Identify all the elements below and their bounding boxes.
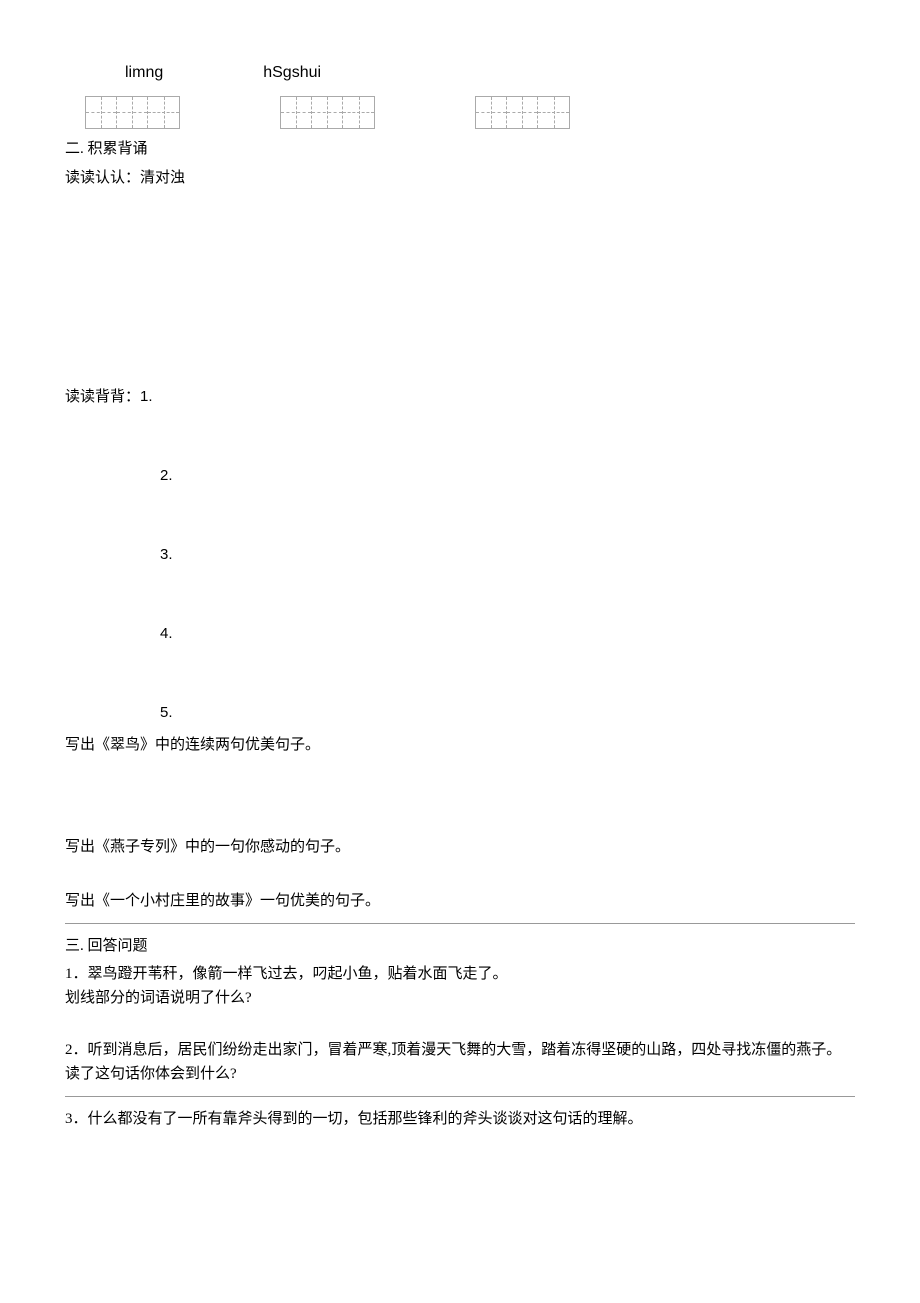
tianzige-cell[interactable] — [538, 97, 569, 128]
tianzige-group-1 — [85, 96, 180, 129]
q3-sentence: 3．什么都没有了一所有靠斧头得到的一切，包括那些锋利的斧头谈谈对这句话的理解。 — [65, 1107, 855, 1131]
divider-line — [65, 1096, 855, 1097]
tianzige-group-2 — [280, 96, 375, 129]
tianzige-cell[interactable] — [312, 97, 343, 128]
task-cuiniao: 写出《翠鸟》中的连续两句优美句子。 — [65, 733, 855, 757]
dudu-renren: 读读认认：清对浊 — [65, 166, 855, 190]
divider-line — [65, 923, 855, 924]
list-num-2: 2. — [160, 464, 855, 488]
pinyin-1: limng — [125, 60, 163, 86]
tianzige-boxes — [475, 96, 570, 129]
tianzige-cell[interactable] — [476, 97, 507, 128]
tianzige-boxes — [85, 96, 180, 129]
tianzige-row — [65, 96, 855, 129]
tianzige-cell[interactable] — [507, 97, 538, 128]
tianzige-boxes — [280, 96, 375, 129]
task-yanzi: 写出《燕子专列》中的一句你感动的句子。 — [65, 835, 855, 859]
numbered-list: 2. 3. 4. 5. — [65, 464, 855, 725]
pinyin-row: limng hSgshui — [65, 60, 855, 86]
list-num-4: 4. — [160, 622, 855, 646]
q1-sentence: 1．翠鸟蹬开苇秆，像箭一样飞过去，叼起小鱼，贴着水面飞走了。 — [65, 962, 855, 986]
question-1: 1．翠鸟蹬开苇秆，像箭一样飞过去，叼起小鱼，贴着水面飞走了。 划线部分的词语说明… — [65, 962, 855, 1010]
q1-prompt: 划线部分的词语说明了什么? — [65, 986, 855, 1010]
section2-title: 二. 积累背诵 — [65, 137, 855, 161]
list-num-3: 3. — [160, 543, 855, 567]
pinyin-2: hSgshui — [263, 60, 321, 86]
list-num-5: 5. — [160, 701, 855, 725]
q2-sentence: 2．听到消息后，居民们纷纷走出家门，冒着严寒,顶着漫天飞舞的大雪，踏着冻得坚硬的… — [65, 1038, 855, 1062]
tianzige-cell[interactable] — [86, 97, 117, 128]
tianzige-cell[interactable] — [343, 97, 374, 128]
section3-title: 三. 回答问题 — [65, 934, 855, 958]
tianzige-cell[interactable] — [281, 97, 312, 128]
tianzige-cell[interactable] — [117, 97, 148, 128]
tianzige-cell[interactable] — [148, 97, 179, 128]
dudu-beibei-label: 读读背背： — [65, 389, 140, 405]
tianzige-group-3 — [475, 96, 570, 129]
list-num-1: 1. — [140, 388, 153, 405]
task-xiaocun: 写出《一个小村庄里的故事》一句优美的句子。 — [65, 889, 855, 913]
question-3: 3．什么都没有了一所有靠斧头得到的一切，包括那些锋利的斧头谈谈对这句话的理解。 — [65, 1107, 855, 1131]
dudu-beibei-row: 读读背背：1. — [65, 385, 855, 409]
q2-prompt: 读了这句话你体会到什么? — [65, 1062, 855, 1086]
question-2: 2．听到消息后，居民们纷纷走出家门，冒着严寒,顶着漫天飞舞的大雪，踏着冻得坚硬的… — [65, 1038, 855, 1086]
